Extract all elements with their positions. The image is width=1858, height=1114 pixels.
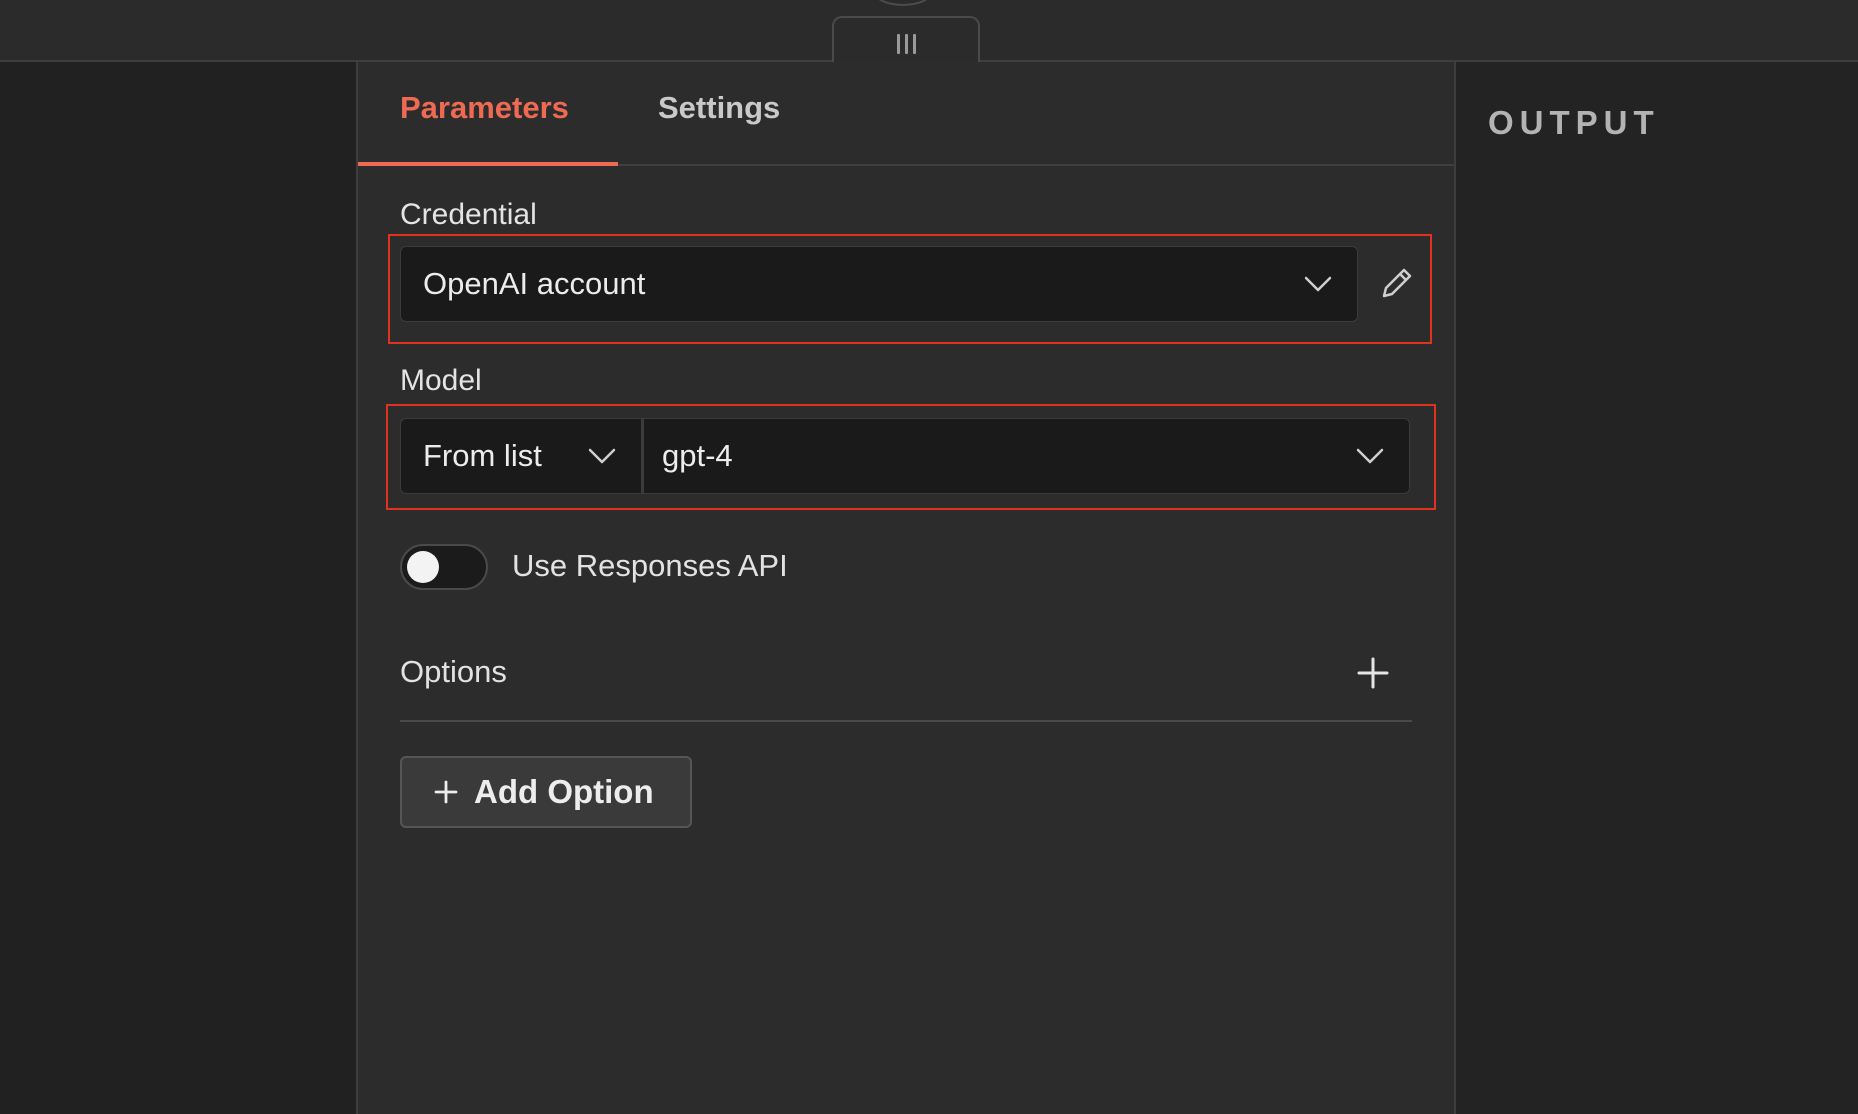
add-option-button[interactable]: Add Option <box>400 756 692 828</box>
output-pane: OUTPUT <box>1456 62 1858 1114</box>
pencil-icon[interactable] <box>1376 264 1416 304</box>
credential-label: Credential <box>400 198 537 231</box>
credential-select[interactable]: OpenAI account <box>400 246 1358 322</box>
responses-api-toggle[interactable] <box>400 544 488 590</box>
model-mode-select[interactable]: From list <box>400 418 642 494</box>
node-parameters-panel: Parameters Settings Credential OpenAI ac… <box>356 62 1456 1114</box>
model-select[interactable]: gpt-4 <box>642 418 1410 494</box>
chevron-down-icon <box>588 448 616 464</box>
plus-icon[interactable] <box>1356 656 1390 690</box>
responses-api-label: Use Responses API <box>512 548 788 583</box>
options-label: Options <box>400 654 507 689</box>
panel-drag-handle[interactable] <box>832 16 980 64</box>
model-value: gpt-4 <box>662 438 733 473</box>
add-option-label: Add Option <box>474 773 654 810</box>
plus-icon <box>434 780 458 804</box>
active-tab-indicator <box>358 162 618 166</box>
chevron-down-icon <box>1304 276 1332 292</box>
canvas-node-edge <box>872 0 934 6</box>
credential-value: OpenAI account <box>423 266 646 301</box>
tab-parameters[interactable]: Parameters <box>400 90 569 126</box>
input-pane <box>0 62 356 1114</box>
chevron-down-icon <box>1356 448 1384 464</box>
options-divider <box>400 720 1412 722</box>
panel-tabs: Parameters Settings <box>358 62 1454 166</box>
model-label: Model <box>400 364 482 397</box>
output-title: OUTPUT <box>1488 104 1660 141</box>
toggle-thumb <box>407 551 439 583</box>
tab-settings[interactable]: Settings <box>658 90 780 126</box>
drag-handle-icon <box>896 34 916 54</box>
